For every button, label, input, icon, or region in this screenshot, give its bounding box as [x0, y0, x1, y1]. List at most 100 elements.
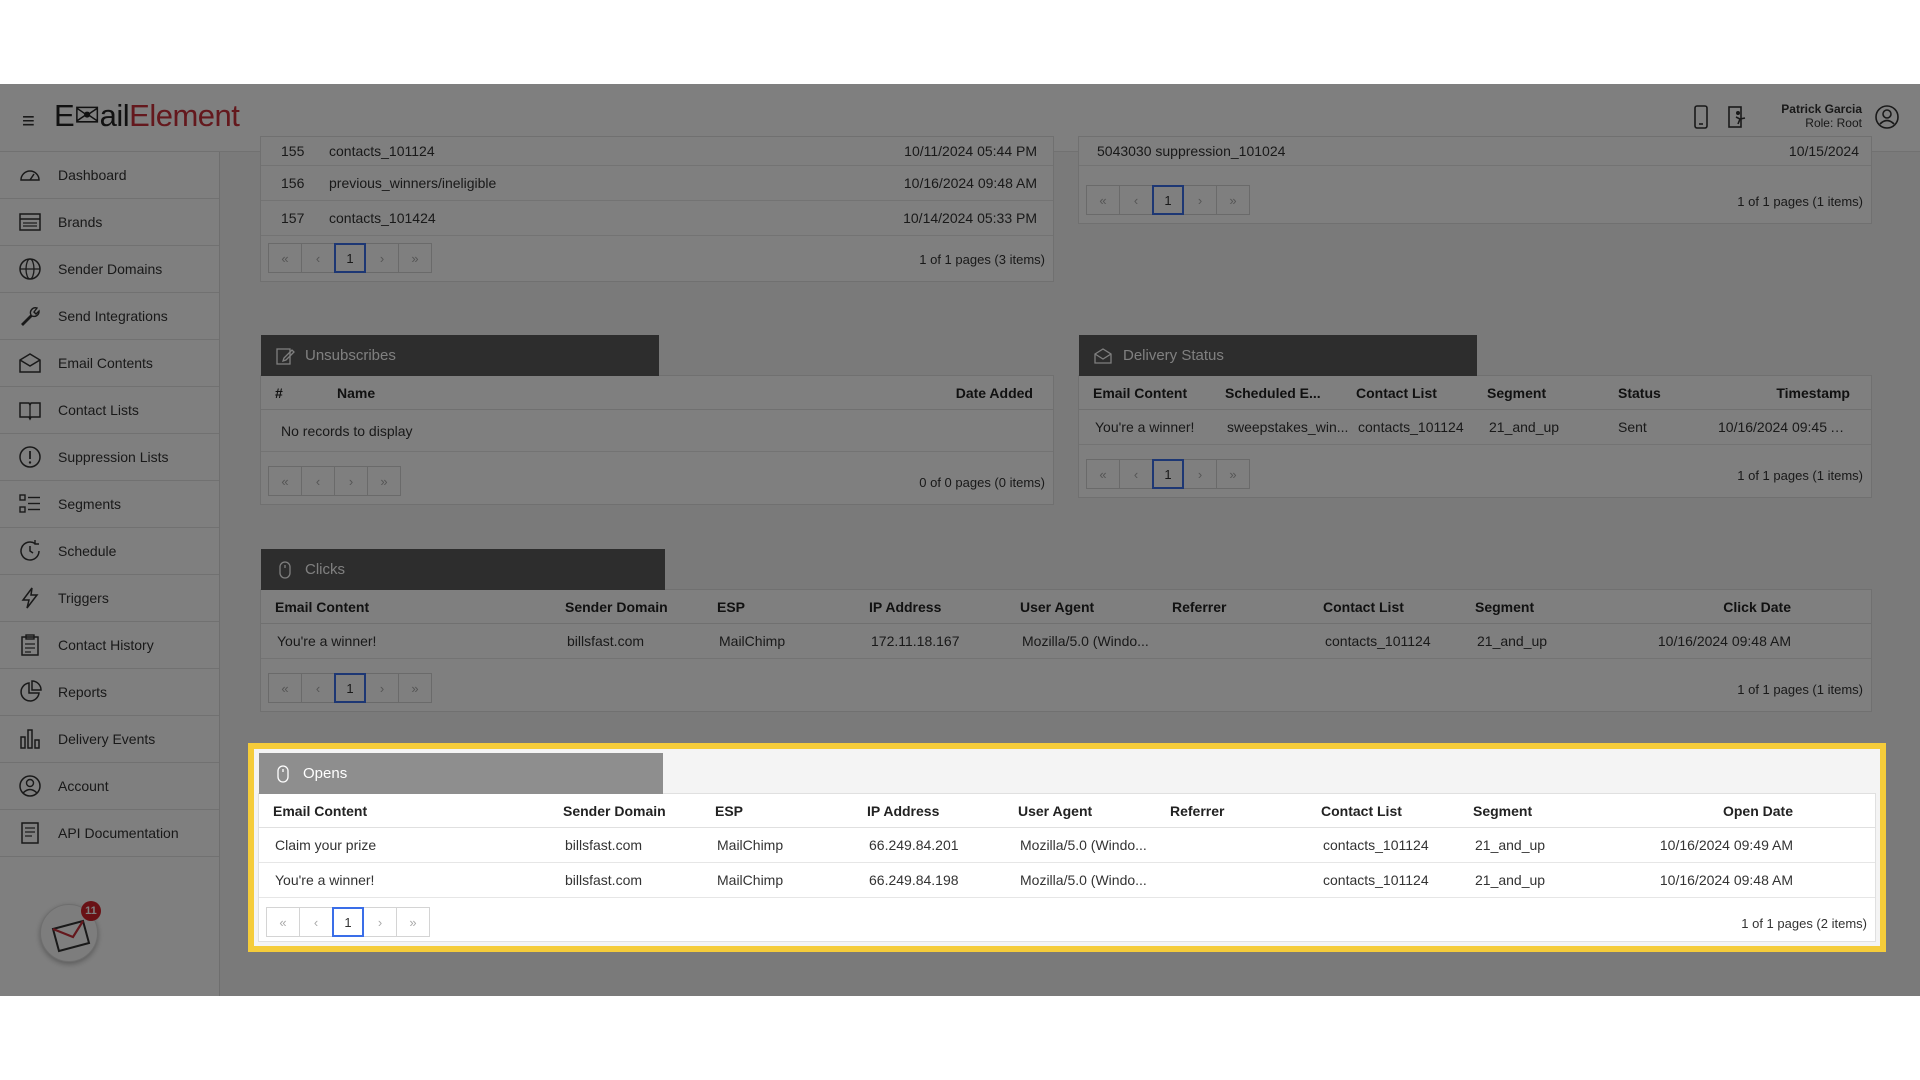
page-button[interactable]: 1	[1152, 185, 1184, 215]
table-row[interactable]: 156 previous_winners/ineligible 10/16/20…	[261, 166, 1053, 201]
column-header[interactable]: #	[261, 385, 337, 401]
table-header: # Name Date Added	[261, 376, 1053, 410]
column-header[interactable]: Status	[1618, 385, 1718, 401]
column-header[interactable]: User Agent	[1020, 599, 1172, 615]
column-header[interactable]: Timestamp	[1718, 385, 1850, 401]
table-row[interactable]: You're a winner! sweepstakes_win... cont…	[1079, 410, 1871, 445]
column-header[interactable]: ESP	[715, 803, 867, 819]
page-button[interactable]: 1	[334, 673, 366, 703]
column-header[interactable]: Segment	[1487, 385, 1618, 401]
page-button[interactable]: 1	[1152, 459, 1184, 489]
sidebar-item-brands[interactable]: Brands	[0, 199, 219, 246]
sidebar-item-contact-history[interactable]: Contact History	[0, 622, 219, 669]
column-header[interactable]: IP Address	[869, 599, 1020, 615]
column-header[interactable]: Sender Domain	[563, 803, 715, 819]
column-header[interactable]: Segment	[1473, 803, 1625, 819]
last-page-button[interactable]: »	[398, 673, 432, 703]
book-icon	[19, 402, 41, 421]
next-page-button[interactable]: ›	[363, 907, 397, 937]
hamburger-menu-icon[interactable]: ≡	[22, 108, 35, 134]
first-page-button[interactable]: «	[268, 673, 302, 703]
mobile-device-icon[interactable]	[1690, 104, 1712, 130]
column-header[interactable]: Click Date	[1627, 599, 1791, 615]
column-header[interactable]: Name	[337, 385, 897, 401]
first-page-button[interactable]: «	[268, 466, 302, 496]
table-row[interactable]: 157 contacts_101424 10/14/2024 05:33 PM	[261, 201, 1053, 236]
column-header[interactable]: Contact List	[1323, 599, 1475, 615]
column-header[interactable]: Referrer	[1170, 803, 1321, 819]
clipboard-icon	[21, 634, 39, 656]
column-header[interactable]: Contact List	[1321, 803, 1473, 819]
prev-page-button[interactable]: ‹	[301, 243, 335, 273]
notifications-mail-button[interactable]: 11	[40, 901, 101, 962]
sidebar-item-dashboard[interactable]: Dashboard	[0, 152, 219, 199]
sidebar-item-delivery-events[interactable]: Delivery Events	[0, 716, 219, 763]
next-page-button[interactable]: ›	[365, 673, 399, 703]
sidebar-item-email-contents[interactable]: Email Contents	[0, 340, 219, 387]
row-date: 10/16/2024 09:48 AM	[903, 175, 1037, 191]
column-header[interactable]: Date Added	[897, 385, 1033, 401]
column-header[interactable]: Email Content	[1079, 385, 1225, 401]
column-header[interactable]: Referrer	[1172, 599, 1323, 615]
first-page-button[interactable]: «	[1086, 459, 1120, 489]
page-info: 1 of 1 pages (3 items)	[919, 252, 1045, 267]
sidebar-item-account[interactable]: Account	[0, 763, 219, 810]
prev-page-button[interactable]: ‹	[1119, 459, 1153, 489]
table-row[interactable]: 5043030 suppression_101024 10/15/2024	[1079, 137, 1871, 166]
user-info[interactable]: Patrick Garcia Role: Root	[1781, 102, 1862, 130]
first-page-button[interactable]: «	[266, 907, 300, 937]
last-page-button[interactable]: »	[1216, 459, 1250, 489]
table-row[interactable]: You're a winner! billsfast.com MailChimp…	[259, 863, 1875, 898]
next-page-button[interactable]: ›	[1183, 185, 1217, 215]
column-header[interactable]: ESP	[717, 599, 869, 615]
sidebar-item-send-integrations[interactable]: Send Integrations	[0, 293, 219, 340]
column-header[interactable]: Scheduled E...	[1225, 385, 1356, 401]
logout-icon[interactable]	[1726, 104, 1748, 130]
prev-page-button[interactable]: ‹	[299, 907, 333, 937]
page-button[interactable]: 1	[334, 243, 366, 273]
table-header: Email Content Scheduled E... Contact Lis…	[1079, 376, 1871, 410]
sidebar-item-reports[interactable]: Reports	[0, 669, 219, 716]
next-page-button[interactable]: ›	[334, 466, 368, 496]
table-row[interactable]: Claim your prize billsfast.com MailChimp…	[259, 828, 1875, 863]
sidebar-item-schedule[interactable]: Schedule	[0, 528, 219, 575]
next-page-button[interactable]: ›	[365, 243, 399, 273]
sidebar-item-api-documentation[interactable]: API Documentation	[0, 810, 219, 857]
next-page-button[interactable]: ›	[1183, 459, 1217, 489]
app-logo[interactable]: E✉ailElement	[54, 98, 240, 134]
user-role: Role: Root	[1805, 116, 1862, 130]
brands-icon	[19, 213, 41, 231]
cell-email-content: You're a winner!	[1095, 419, 1195, 435]
column-header[interactable]: Email Content	[259, 803, 563, 819]
column-header[interactable]: Sender Domain	[565, 599, 717, 615]
sidebar-item-suppression-lists[interactable]: Suppression Lists	[0, 434, 219, 481]
page-button[interactable]: 1	[332, 907, 364, 937]
sidebar-item-segments[interactable]: Segments	[0, 481, 219, 528]
contact-lists-panel: 155 contacts_101124 10/11/2024 05:44 PM …	[260, 136, 1054, 282]
user-avatar-icon[interactable]	[1874, 104, 1900, 130]
cell-segment: 21_and_up	[1489, 419, 1560, 435]
first-page-button[interactable]: «	[1086, 185, 1120, 215]
cell-user-agent: Mozilla/5.0 (Windo...	[1022, 633, 1149, 649]
column-header[interactable]: Open Date	[1625, 803, 1793, 819]
prev-page-button[interactable]: ‹	[301, 466, 335, 496]
mouse-icon	[279, 560, 291, 579]
last-page-button[interactable]: »	[398, 243, 432, 273]
table-row[interactable]: You're a winner! billsfast.com MailChimp…	[261, 624, 1871, 659]
sidebar-item-contact-lists[interactable]: Contact Lists	[0, 387, 219, 434]
sidebar-item-sender-domains[interactable]: Sender Domains	[0, 246, 219, 293]
last-page-button[interactable]: »	[367, 466, 401, 496]
sidebar-item-triggers[interactable]: Triggers	[0, 575, 219, 622]
column-header[interactable]: Email Content	[261, 599, 565, 615]
column-header[interactable]: Contact List	[1356, 385, 1487, 401]
pagination: « ‹ › »	[268, 466, 401, 496]
first-page-button[interactable]: «	[268, 243, 302, 273]
last-page-button[interactable]: »	[396, 907, 430, 937]
column-header[interactable]: Segment	[1475, 599, 1627, 615]
column-header[interactable]: User Agent	[1018, 803, 1170, 819]
prev-page-button[interactable]: ‹	[301, 673, 335, 703]
last-page-button[interactable]: »	[1216, 185, 1250, 215]
table-row[interactable]: 155 contacts_101124 10/11/2024 05:44 PM	[261, 137, 1053, 166]
prev-page-button[interactable]: ‹	[1119, 185, 1153, 215]
column-header[interactable]: IP Address	[867, 803, 1018, 819]
